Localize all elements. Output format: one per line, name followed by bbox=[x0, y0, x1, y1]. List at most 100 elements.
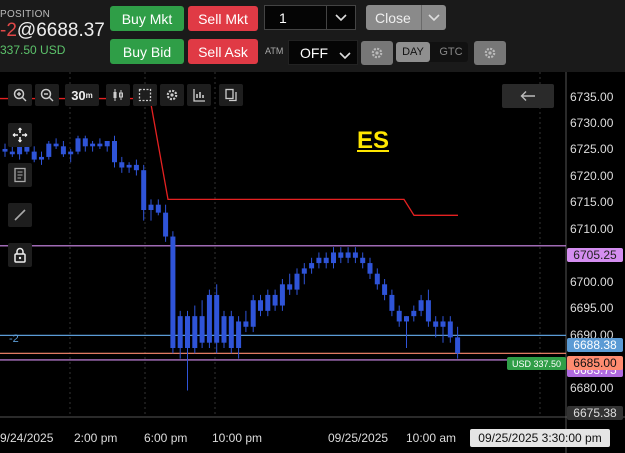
order-panel: POSITION -2@6688.37 337.50 USD Buy Mkt S… bbox=[0, 0, 625, 72]
y-tick-label: 6725.00 bbox=[570, 142, 614, 156]
stop-loss-line bbox=[0, 97, 458, 216]
tif-day-option[interactable]: DAY bbox=[396, 42, 430, 62]
layout-icon bbox=[225, 88, 237, 102]
price-chart[interactable]: 30 m ES -2 USD 337.50 6735.00 6730.00 672… bbox=[0, 72, 625, 453]
y-tick-label: 6695.00 bbox=[570, 301, 614, 315]
candle-body bbox=[301, 268, 307, 274]
y-tick-label: 6730.00 bbox=[570, 116, 614, 130]
zoom-in-icon bbox=[13, 88, 27, 102]
buy-market-button[interactable]: Buy Mkt bbox=[110, 6, 184, 31]
gear-icon bbox=[484, 47, 496, 59]
candle-body bbox=[352, 252, 358, 258]
chart-canvas bbox=[0, 72, 625, 453]
chevron-down-icon[interactable] bbox=[421, 5, 446, 30]
candle-body bbox=[9, 151, 15, 155]
candle-body bbox=[228, 316, 234, 348]
trendline-tool[interactable] bbox=[8, 203, 32, 227]
position-avg-price: @6688.37 bbox=[16, 20, 105, 41]
tif-gtc-option[interactable]: GTC bbox=[434, 42, 468, 62]
candle-body bbox=[97, 143, 103, 147]
sell-market-button[interactable]: Sell Mkt bbox=[188, 6, 258, 31]
position-pnl: 337.50 USD bbox=[0, 43, 66, 57]
candle-body bbox=[425, 300, 431, 322]
indicators-button[interactable] bbox=[187, 84, 211, 106]
candle-body bbox=[82, 138, 88, 147]
position-qty-label: -2 bbox=[9, 333, 19, 345]
selection-tool-button[interactable] bbox=[133, 84, 157, 106]
level-high-tag: 6705.25 bbox=[567, 248, 623, 262]
zoom-in-button[interactable] bbox=[8, 84, 32, 106]
candle-body bbox=[75, 138, 81, 152]
position-label: POSITION bbox=[0, 9, 51, 20]
candle-body bbox=[433, 321, 439, 327]
candle-body bbox=[396, 310, 402, 322]
gear-icon bbox=[371, 47, 383, 59]
timeframe-value: 30 bbox=[71, 87, 86, 103]
candle-body bbox=[39, 156, 44, 160]
candle-body bbox=[331, 252, 336, 264]
candle-body bbox=[367, 263, 373, 274]
timeframe-button[interactable]: 30 m bbox=[65, 84, 99, 106]
position-price: -2@6688.37 bbox=[0, 20, 105, 42]
chevron-down-icon bbox=[339, 47, 351, 63]
lock-drawings-tool[interactable] bbox=[8, 243, 32, 267]
candle-body bbox=[258, 300, 263, 311]
indicators-icon bbox=[193, 89, 205, 102]
x-tick-label: 2:00 pm bbox=[74, 431, 118, 445]
candle-body bbox=[141, 170, 147, 210]
close-label: Close bbox=[375, 10, 411, 26]
candle-body bbox=[112, 141, 117, 163]
order-settings-button[interactable] bbox=[474, 41, 506, 65]
candle-body bbox=[265, 294, 271, 311]
entry-price-tag: 6688.38 bbox=[567, 338, 623, 352]
chevron-down-icon[interactable] bbox=[326, 6, 355, 29]
lock-icon bbox=[14, 247, 26, 263]
candle-body bbox=[250, 300, 256, 327]
chart-type-button[interactable] bbox=[106, 84, 130, 106]
candle-body bbox=[374, 273, 380, 285]
atm-settings-button[interactable] bbox=[361, 41, 393, 65]
notes-tool[interactable] bbox=[8, 163, 32, 187]
candle-body bbox=[68, 151, 74, 155]
scroll-to-latest-button[interactable] bbox=[502, 84, 554, 108]
x-tick-label: 9/24/2025 bbox=[0, 431, 54, 445]
candle-body bbox=[382, 284, 388, 295]
candle-body bbox=[148, 204, 154, 210]
candle-body bbox=[214, 294, 220, 343]
pnl-tag: USD 337.50 bbox=[507, 357, 566, 370]
crosshair-time-tag: 09/25/2025 3:30:00 pm bbox=[470, 429, 610, 447]
quantity-value: 1 bbox=[279, 10, 287, 26]
buy-bid-button[interactable]: Buy Bid bbox=[110, 39, 184, 64]
chart-settings-button[interactable] bbox=[160, 84, 184, 106]
sell-ask-button[interactable]: Sell Ask bbox=[188, 39, 258, 64]
candle-body bbox=[418, 300, 424, 311]
candle-body bbox=[338, 252, 344, 258]
atm-label: ATM bbox=[265, 46, 284, 56]
candle-body bbox=[163, 212, 169, 237]
zoom-out-button[interactable] bbox=[35, 84, 59, 106]
candle-body bbox=[404, 316, 409, 322]
candle-body bbox=[287, 284, 293, 290]
candle-body bbox=[447, 321, 453, 338]
candle-body bbox=[411, 310, 417, 317]
y-tick-label: 6720.00 bbox=[570, 169, 614, 183]
x-tick-label: 09/25/2025 bbox=[328, 431, 389, 445]
candle-body bbox=[133, 164, 139, 171]
candle-body bbox=[53, 143, 59, 147]
y-tick-label: 6700.00 bbox=[570, 275, 614, 289]
close-position-button[interactable]: Close bbox=[366, 5, 446, 30]
quantity-select[interactable]: 1 bbox=[264, 5, 356, 30]
time-in-force-toggle: DAY GTC bbox=[396, 42, 468, 62]
candle-body bbox=[24, 146, 30, 152]
atm-strategy-select[interactable]: OFF bbox=[288, 40, 358, 65]
chart-symbol: ES bbox=[357, 127, 390, 154]
candle-body bbox=[2, 148, 8, 152]
candle-body bbox=[272, 294, 278, 306]
templates-button[interactable] bbox=[219, 84, 243, 106]
candle-body bbox=[345, 252, 351, 258]
y-tick-label: 6710.00 bbox=[570, 222, 614, 236]
crosshair-tool[interactable] bbox=[8, 123, 32, 147]
candle-body bbox=[455, 337, 461, 354]
candle-body bbox=[199, 316, 205, 343]
marquee-icon bbox=[138, 88, 152, 102]
